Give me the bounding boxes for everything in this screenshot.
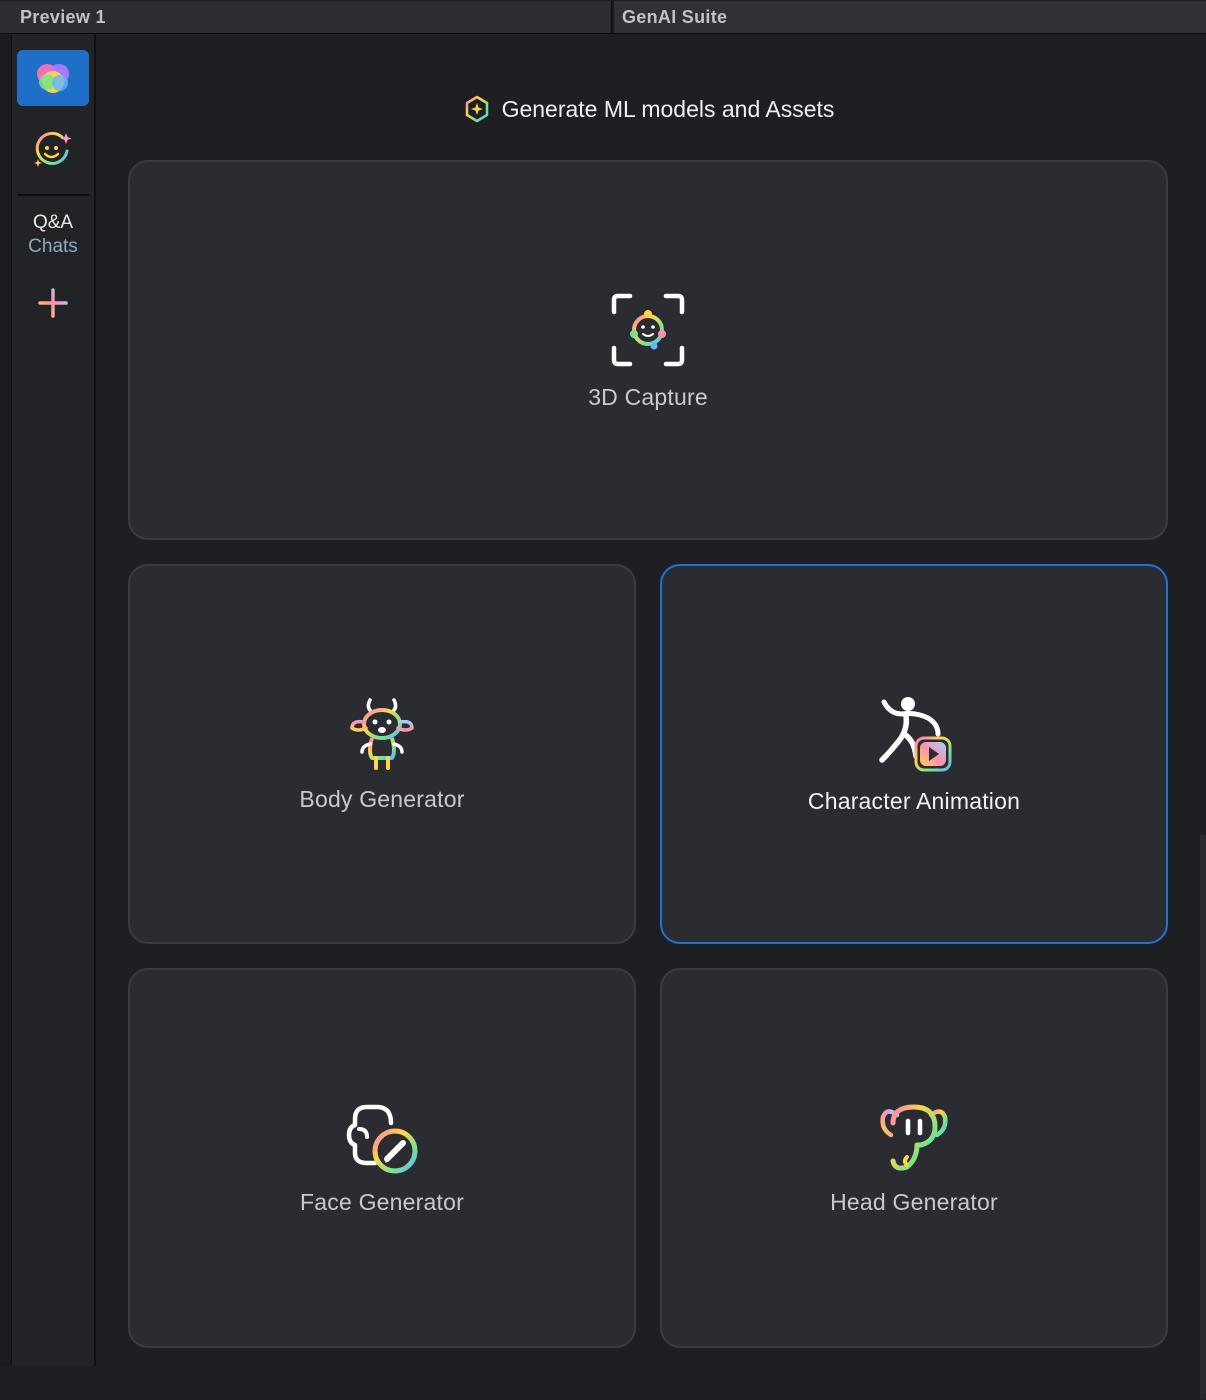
capture-3d-icon	[611, 293, 685, 366]
card-character-animation[interactable]: Character Animation	[660, 564, 1168, 944]
add-chat-button[interactable]	[34, 284, 72, 322]
card-body-generator[interactable]: Body Generator	[128, 564, 636, 944]
sidebar-item-genai[interactable]	[17, 50, 89, 106]
genai-palette-icon	[37, 64, 69, 93]
qa-label: Q&A	[32, 212, 74, 233]
sparkle-face-icon	[34, 131, 72, 167]
page-title-text: Generate ML models and Assets	[501, 95, 835, 122]
card-label: Character Animation	[807, 787, 1021, 814]
card-3d-capture[interactable]: 3D Capture	[128, 160, 1168, 540]
chats-label[interactable]: Chats	[12, 236, 94, 258]
body-creature-icon	[350, 697, 414, 770]
running-figure-play-icon	[879, 696, 952, 771]
plus-icon	[38, 288, 68, 318]
sidebar: Q&A Chats	[12, 34, 96, 1366]
main-panel: Generate ML models and Assets 3D Capture	[96, 34, 1206, 1400]
page-title: Generate ML models and Assets	[96, 94, 1200, 124]
scrollbar[interactable]	[1200, 834, 1206, 1400]
card-label: Body Generator	[299, 785, 465, 812]
card-face-generator[interactable]: Face Generator	[128, 968, 636, 1348]
face-edit-icon	[346, 1104, 418, 1173]
sidebar-item-assistant[interactable]	[17, 122, 89, 178]
ml-sparkle-icon	[465, 95, 488, 123]
sidebar-divider	[17, 194, 89, 196]
tab-bar: Preview 1 GenAI Suite	[0, 0, 1206, 34]
card-label: Head Generator	[830, 1188, 998, 1215]
card-label: Face Generator	[300, 1188, 464, 1215]
head-creature-icon	[880, 1104, 948, 1171]
tab-genai-suite[interactable]: GenAI Suite	[614, 1, 1206, 33]
card-head-generator[interactable]: Head Generator	[660, 968, 1168, 1348]
tab-preview-1[interactable]: Preview 1	[0, 1, 612, 33]
card-label: 3D Capture	[588, 383, 708, 410]
left-gutter	[0, 34, 12, 1366]
